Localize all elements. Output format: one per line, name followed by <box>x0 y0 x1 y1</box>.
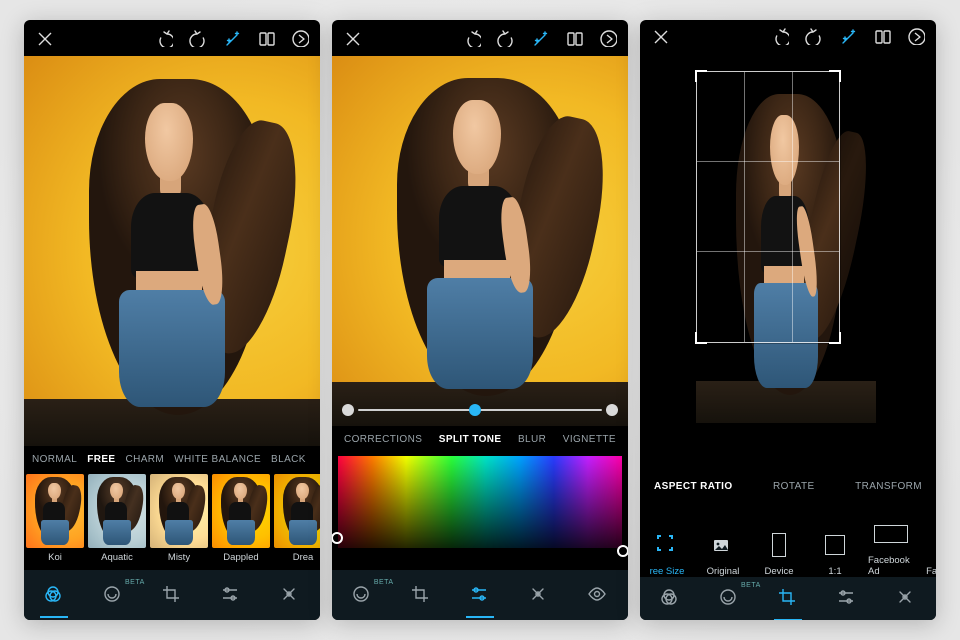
aspect-preset[interactable]: Facebook Ad <box>868 519 914 577</box>
filter-category[interactable]: CHARM <box>125 454 164 465</box>
filter-category[interactable]: BLACK <box>271 454 306 465</box>
crop-handle-br[interactable] <box>829 332 841 344</box>
tool-retouch[interactable]: BETA <box>709 578 749 618</box>
crop-frame[interactable] <box>696 71 840 343</box>
redo-icon[interactable] <box>496 28 516 48</box>
filter-thumbnail[interactable]: Dappled <box>212 474 270 570</box>
aspect-preset-label: Facebook Ad <box>868 555 914 577</box>
adjust-category[interactable]: BLUR <box>518 434 546 445</box>
adjust-category[interactable]: VIGNETTE <box>563 434 616 445</box>
aspect-preset[interactable]: 1:1 <box>812 530 858 577</box>
beta-badge: BETA <box>741 582 761 589</box>
compare-icon[interactable] <box>872 26 892 46</box>
image-canvas[interactable] <box>24 56 320 446</box>
crop-handle-bl[interactable] <box>695 332 707 344</box>
aspect-preset-label: ree Size <box>650 566 685 577</box>
filter-thumbnail[interactable]: Drea <box>274 474 320 570</box>
tool-looks[interactable] <box>650 578 690 618</box>
crop-dim-right <box>840 71 876 343</box>
crop-tab[interactable]: TRANSFORM <box>855 481 922 492</box>
filter-thumbnail-label: Koi <box>48 552 62 563</box>
topbar <box>24 20 320 56</box>
crop-tab[interactable]: ASPECT RATIO <box>654 481 733 492</box>
tool-crop[interactable] <box>768 578 808 618</box>
bottom-toolbar: BETA <box>24 570 320 620</box>
aspect-ratio-presets[interactable]: ree Size Original Device 1:1 Facebook Ad Face… <box>640 498 936 577</box>
redo-icon[interactable] <box>188 28 208 48</box>
tool-adjust[interactable] <box>460 575 500 615</box>
screen-filters: NORMAL FREE CHARM WHITE BALANCE BLACK Koi Aqu… <box>24 20 320 620</box>
share-next-icon[interactable] <box>598 28 618 48</box>
redo-icon[interactable] <box>804 26 824 46</box>
filter-category[interactable]: WHITE BALANCE <box>174 454 261 465</box>
filter-thumbnail-label: Dappled <box>223 552 258 563</box>
screen-split-tone: CORRECTIONS SPLIT TONE BLUR VIGNETTE BETA <box>332 20 628 620</box>
image-canvas[interactable] <box>332 56 628 426</box>
crop-canvas[interactable] <box>640 51 936 475</box>
beta-badge: BETA <box>125 579 145 586</box>
topbar <box>640 20 936 51</box>
adjust-category[interactable]: CORRECTIONS <box>344 434 422 445</box>
undo-icon[interactable] <box>770 26 790 46</box>
tool-preview[interactable] <box>578 575 618 615</box>
tool-looks[interactable] <box>34 575 74 615</box>
tool-heal[interactable] <box>519 575 559 615</box>
aspect-preset[interactable]: ree Size <box>644 530 690 577</box>
bottom-toolbar: BETA <box>332 570 628 620</box>
tool-retouch[interactable]: BETA <box>342 575 382 615</box>
crop-tab[interactable]: ROTATE <box>773 481 814 492</box>
slider-handle[interactable] <box>469 404 481 416</box>
close-icon[interactable] <box>650 26 670 46</box>
share-next-icon[interactable] <box>906 26 926 46</box>
adjustment-category-row[interactable]: CORRECTIONS SPLIT TONE BLUR VIGNETTE <box>332 426 628 452</box>
filter-thumbnail-label: Aquatic <box>101 552 133 563</box>
close-icon[interactable] <box>34 28 54 48</box>
close-icon[interactable] <box>342 28 362 48</box>
filter-category[interactable]: FREE <box>87 454 115 465</box>
undo-icon[interactable] <box>462 28 482 48</box>
filter-thumbnail-label: Drea <box>293 552 314 563</box>
filter-thumbnail[interactable]: Misty <box>150 474 208 570</box>
filter-thumbnail[interactable]: Aquatic <box>88 474 146 570</box>
aspect-preset-label: 1:1 <box>828 566 841 577</box>
crop-handle-tl[interactable] <box>695 70 707 82</box>
undo-icon[interactable] <box>154 28 174 48</box>
spectrum-handle-highlights[interactable] <box>617 545 628 557</box>
split-tone-slider[interactable] <box>342 404 618 416</box>
aspect-preset[interactable]: Original <box>700 530 746 577</box>
beta-badge: BETA <box>374 579 394 586</box>
auto-enhance-icon[interactable] <box>530 28 550 48</box>
crop-handle-tr[interactable] <box>829 70 841 82</box>
filter-thumbnail[interactable]: Koi <box>26 474 84 570</box>
auto-enhance-icon[interactable] <box>838 26 858 46</box>
topbar <box>332 20 628 56</box>
adjust-category[interactable]: SPLIT TONE <box>439 434 502 445</box>
tool-crop[interactable] <box>401 575 441 615</box>
screen-crop: ASPECT RATIO ROTATE TRANSFORM ree Size Orig… <box>640 20 936 620</box>
tool-heal[interactable] <box>270 575 310 615</box>
tool-crop[interactable] <box>152 575 192 615</box>
compare-icon[interactable] <box>564 28 584 48</box>
filter-category-row[interactable]: NORMAL FREE CHARM WHITE BALANCE BLACK <box>24 446 320 472</box>
filter-thumbnail-row[interactable]: Koi Aquatic Misty Dappled Drea <box>24 472 320 570</box>
tool-adjust[interactable] <box>827 578 867 618</box>
tool-adjust[interactable] <box>211 575 251 615</box>
aspect-preset[interactable]: Facebook <box>924 530 936 577</box>
slider-endpoint-right[interactable] <box>606 404 618 416</box>
aspect-preset-label: Facebook <box>926 566 936 577</box>
share-next-icon[interactable] <box>290 28 310 48</box>
tool-heal[interactable] <box>886 578 926 618</box>
aspect-preset[interactable]: Device <box>756 530 802 577</box>
compare-icon[interactable] <box>256 28 276 48</box>
filter-thumbnail-label: Misty <box>168 552 190 563</box>
tool-retouch[interactable]: BETA <box>93 575 133 615</box>
aspect-preset-label: Original <box>707 566 740 577</box>
auto-enhance-icon[interactable] <box>222 28 242 48</box>
color-spectrum-picker[interactable] <box>332 452 628 554</box>
aspect-preset-label: Device <box>764 566 793 577</box>
bottom-toolbar: BETA <box>640 577 936 620</box>
crop-tab-row[interactable]: ASPECT RATIO ROTATE TRANSFORM <box>640 475 936 498</box>
filter-category[interactable]: NORMAL <box>32 454 77 465</box>
slider-endpoint-left[interactable] <box>342 404 354 416</box>
